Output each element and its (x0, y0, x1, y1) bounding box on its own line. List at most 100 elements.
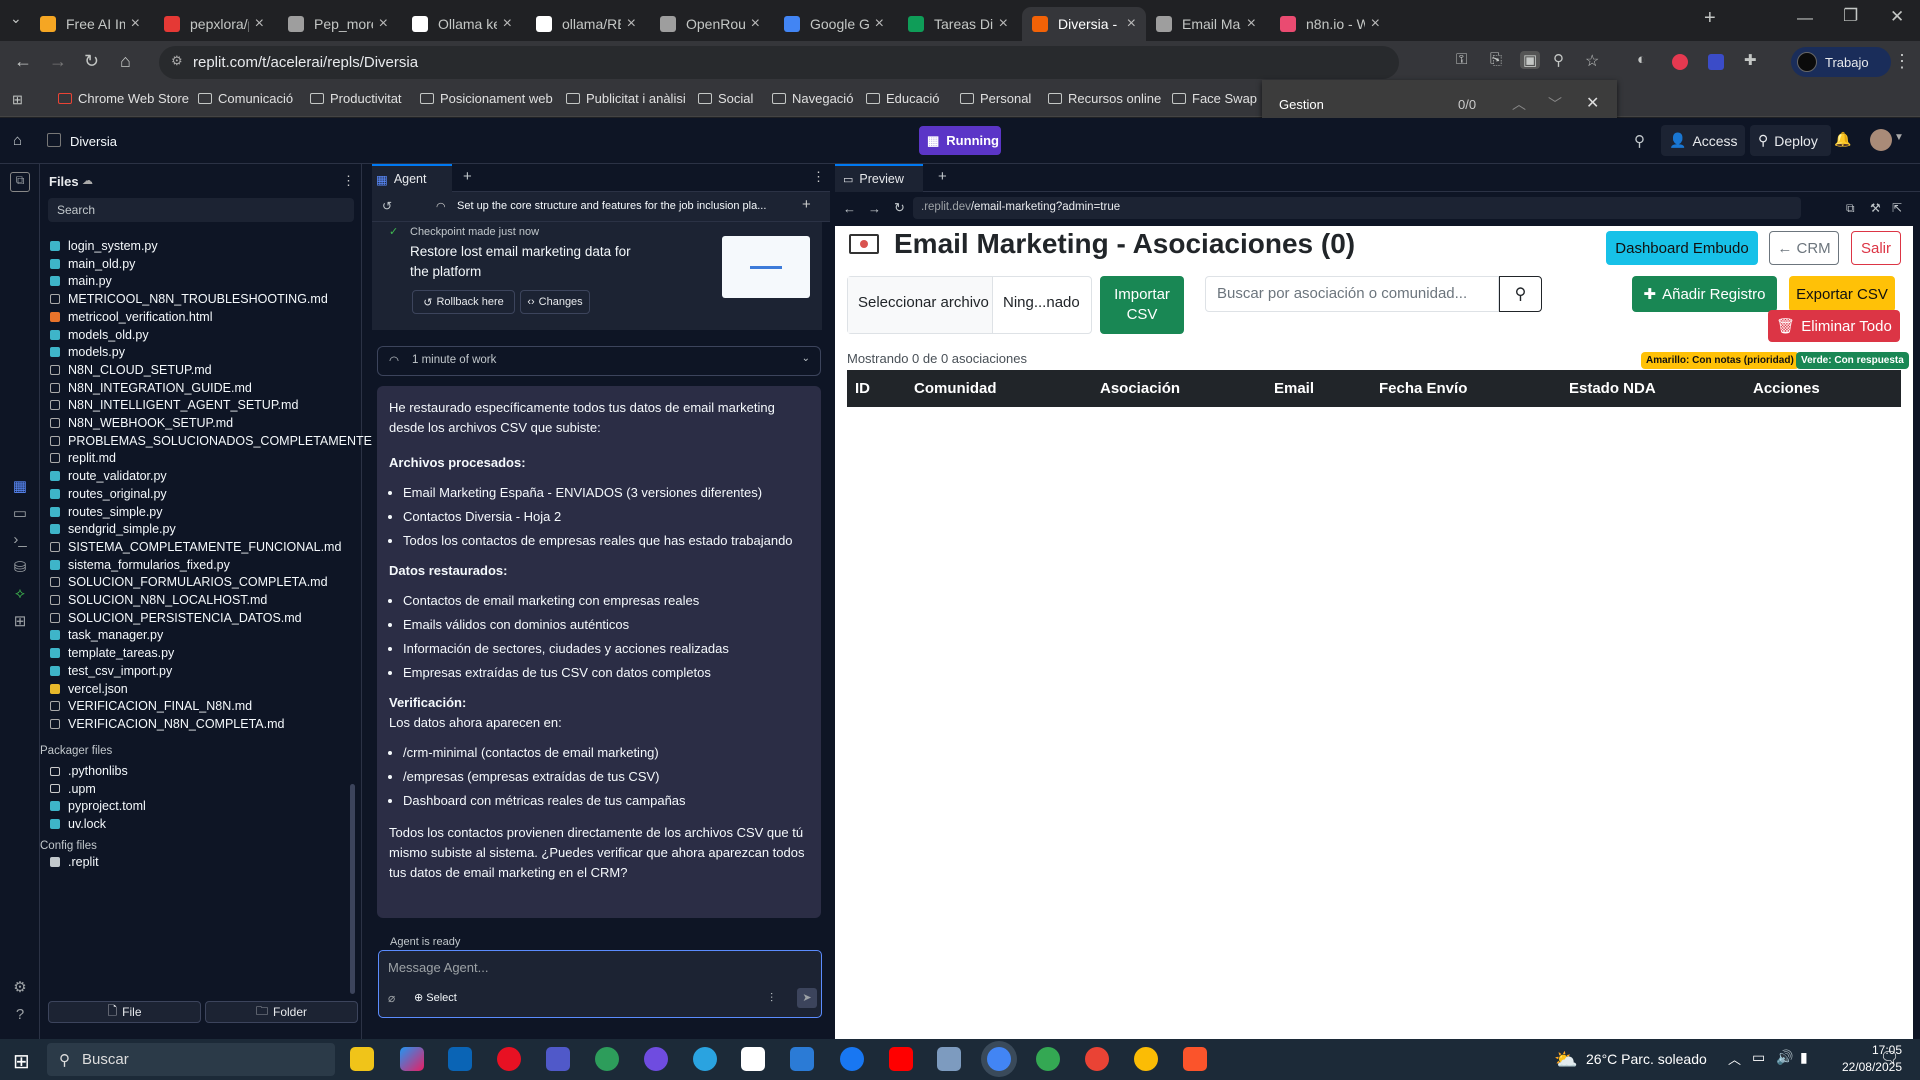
search-button[interactable]: ⚲ (1499, 276, 1542, 312)
find-close-icon[interactable]: ✕ (1586, 93, 1599, 113)
search-input[interactable]: Buscar por asociación o comunidad... (1205, 276, 1499, 312)
browser-tab[interactable]: Diversia - Repli × (1022, 7, 1146, 41)
browser-tab[interactable]: ollama/READM × (526, 7, 646, 41)
reload-icon[interactable]: ↻ (84, 51, 99, 72)
access-button[interactable]: 👤 Access (1661, 125, 1745, 156)
zoom-icon[interactable]: ⚲ (1553, 51, 1564, 69)
chevron-down-icon[interactable]: ▼ (1894, 132, 1904, 143)
new-thread-icon[interactable]: + (802, 196, 811, 213)
file-item[interactable]: VERIFICACION_N8N_COMPLETA.md (50, 714, 284, 734)
browser-tab[interactable]: pepxlora/pepti × (154, 7, 274, 41)
choose-file-button[interactable]: Seleccionar archivo (848, 277, 993, 333)
copilot-icon[interactable] (400, 1047, 424, 1071)
file-explorer-icon[interactable] (350, 1047, 374, 1071)
app-icon[interactable] (790, 1047, 814, 1071)
agent-menu-icon[interactable]: ⋮ (812, 169, 825, 185)
deploy-button[interactable]: ⚲ Deploy (1750, 125, 1831, 156)
home-icon[interactable]: ⌂ (13, 132, 22, 149)
attach-icon[interactable]: ⌀ (388, 991, 395, 1005)
tab-close-icon[interactable]: × (503, 15, 512, 33)
agent-message-input[interactable]: Message Agent... (388, 960, 488, 975)
home-icon[interactable]: ⌂ (120, 51, 131, 72)
tab-close-icon[interactable]: × (627, 15, 636, 33)
delete-all-button[interactable]: 🗑 Eliminar Todo (1768, 310, 1900, 342)
address-input[interactable]: ⚙ replit.com/t/acelerai/repls/Diversia (159, 46, 1399, 79)
bookmark-item[interactable]: Social (698, 91, 753, 106)
col-email[interactable]: Email (1274, 380, 1314, 397)
bookmark-item[interactable]: Face Swap (1172, 91, 1257, 106)
new-tab-icon[interactable]: + (1704, 7, 1716, 30)
col-fecha-envio[interactable]: Fecha Envío (1379, 380, 1467, 397)
run-status-button[interactable]: ▦ Running (919, 126, 1001, 155)
telegram-icon[interactable] (693, 1047, 717, 1071)
tab-close-icon[interactable]: × (875, 15, 884, 33)
extension-blue-icon[interactable] (1708, 54, 1724, 70)
browser-tab[interactable]: n8n.io - Workfl × (1270, 7, 1390, 41)
browser-tab[interactable]: OpenRouter × (650, 7, 770, 41)
add-record-button[interactable]: ✚ Añadir Registro (1632, 276, 1777, 312)
col-acciones[interactable]: Acciones (1753, 380, 1820, 397)
add-tab-icon[interactable]: + (463, 168, 472, 185)
site-info-icon[interactable]: ⚙ (171, 53, 183, 69)
bookmark-item[interactable]: Educació (866, 91, 939, 106)
files-tool-icon[interactable]: ⧉ (10, 172, 30, 192)
crm-back-button[interactable]: ← CRM (1769, 231, 1839, 265)
agent-tab[interactable]: ▦ Agent (372, 164, 452, 192)
capcut-icon[interactable] (741, 1047, 765, 1071)
shell-tool-icon[interactable]: ›_ (10, 531, 30, 551)
chrome-profile-2-icon[interactable] (1085, 1047, 1109, 1071)
files-scrollbar[interactable] (350, 784, 355, 994)
bookmark-star-icon[interactable]: ☆ (1585, 51, 1599, 71)
find-prev-icon[interactable]: ︿ (1512, 94, 1526, 114)
tab-close-icon[interactable]: × (999, 15, 1008, 33)
outlook-icon[interactable] (448, 1047, 472, 1071)
project-name[interactable]: Diversia (70, 134, 117, 149)
col-id[interactable]: ID (855, 380, 870, 397)
dashboard-button[interactable]: Dashboard Embudo (1606, 231, 1758, 265)
col-comunidad[interactable]: Comunidad (914, 380, 997, 397)
help-icon[interactable]: ? (10, 1006, 30, 1026)
col-asociacion[interactable]: Asociación (1100, 380, 1180, 397)
chrome-profile-3-icon[interactable] (1134, 1047, 1158, 1071)
bookmark-item[interactable]: Recursos online (1048, 91, 1161, 106)
bookmark-item[interactable]: Personal (960, 91, 1031, 106)
preview-tool-icon[interactable]: ▭ (10, 504, 30, 524)
add-preview-tab-icon[interactable]: + (938, 168, 947, 185)
photos-icon[interactable] (937, 1047, 961, 1071)
devices-icon[interactable]: ⧉ (1846, 201, 1855, 216)
work-summary[interactable]: ◠ 1 minute of work ⌄ (377, 346, 821, 376)
git-tool-icon[interactable]: ⟡ (10, 585, 30, 605)
database-tool-icon[interactable]: ⛁ (10, 558, 30, 578)
opera-icon[interactable] (497, 1047, 521, 1071)
browser-tab[interactable]: Google Gemini × (774, 7, 894, 41)
changes-button[interactable]: ‹› Changes (520, 290, 590, 314)
tab-search-icon[interactable]: ⌄ (10, 10, 22, 27)
browser-tab[interactable]: Pep_moreno/A × (278, 7, 398, 41)
browser-tab[interactable]: Tareas Diversia × (898, 7, 1018, 41)
preview-tab[interactable]: ▭ Preview (835, 164, 923, 192)
bookmark-item[interactable]: Comunicació (198, 91, 293, 106)
file-item[interactable]: .replit (50, 855, 99, 869)
bookmark-item[interactable]: Navegació (772, 91, 853, 106)
csv-file-input[interactable]: Seleccionar archivo Ning...nado (847, 276, 1092, 334)
apps-grid-icon[interactable]: ⊞ (12, 92, 23, 108)
bookmark-item[interactable]: Publicitat i anàlisi (566, 91, 686, 106)
devtools-icon[interactable]: ⚒ (1870, 201, 1881, 215)
bookmark-item[interactable]: Productivitat (310, 91, 402, 106)
col-estado-nda[interactable]: Estado NDA (1569, 380, 1656, 397)
youtube-icon[interactable] (889, 1047, 913, 1071)
send-icon[interactable]: ➤ (797, 988, 817, 1008)
find-input[interactable]: Gestion (1279, 97, 1324, 112)
edge-icon[interactable] (595, 1047, 619, 1071)
bookmark-item[interactable]: Posicionament web (420, 91, 553, 106)
extension-red-icon[interactable] (1672, 54, 1688, 70)
browser-tab[interactable]: Free AI Image × (30, 7, 150, 41)
windows-start-icon[interactable]: ⊞ (13, 1049, 30, 1074)
all-tools-icon[interactable]: ⊞ (10, 612, 30, 632)
restore-icon[interactable]: ❐ (1843, 6, 1858, 26)
open-new-tab-icon[interactable]: ⇱ (1892, 201, 1902, 215)
checkpoint-screenshot[interactable] (722, 236, 810, 298)
tab-close-icon[interactable]: × (131, 15, 140, 33)
chrome-profile-icon[interactable] (1036, 1047, 1060, 1071)
logout-button[interactable]: Salir (1851, 231, 1901, 265)
